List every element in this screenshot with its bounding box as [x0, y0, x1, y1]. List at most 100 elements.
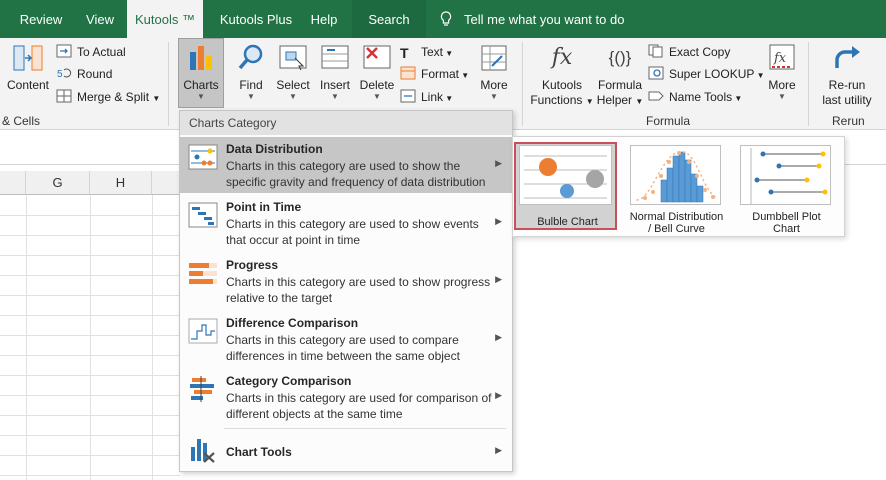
- grid-line: [0, 255, 180, 256]
- merge-split-button[interactable]: Merge & Split ▼: [56, 87, 160, 107]
- name-tools-icon: [648, 91, 664, 101]
- find-label: Find: [239, 78, 263, 92]
- link-icon: [400, 89, 416, 103]
- column-header-i[interactable]: [152, 171, 182, 195]
- insert-button[interactable]: Insert ▼: [316, 42, 354, 101]
- group-separator: [808, 42, 809, 126]
- chevron-right-icon: ▶: [495, 274, 502, 284]
- grid-line: [0, 355, 180, 356]
- normal-distribution-label-1: Normal Distribution: [629, 211, 724, 223]
- more-label: More: [480, 78, 508, 92]
- menu-header: Charts Category: [180, 111, 512, 135]
- more-icon: [478, 42, 510, 74]
- delete-button[interactable]: Delete ▼: [358, 42, 396, 101]
- kutools-functions-label-1: Kutools: [541, 78, 583, 92]
- menu-item-title: Progress: [226, 258, 279, 272]
- chevron-down-icon: ▼: [443, 49, 454, 58]
- tab-kutools[interactable]: Kutools ™: [127, 0, 203, 38]
- tab-review[interactable]: Review: [10, 0, 72, 38]
- bubble-chart-icon: [524, 155, 607, 199]
- content-icon: [12, 42, 44, 74]
- name-tools-button[interactable]: Name Tools ▼: [648, 87, 742, 107]
- format-icon: [400, 66, 416, 80]
- select-button[interactable]: Select ▼: [274, 42, 312, 101]
- round-icon: 5: [57, 68, 72, 80]
- exact-copy-button[interactable]: Exact Copy: [648, 42, 730, 62]
- menu-item-category-comparison[interactable]: Category Comparison Charts in this categ…: [180, 369, 512, 425]
- to-actual-icon: [56, 44, 72, 58]
- svg-text:5: 5: [57, 69, 63, 80]
- tab-kutools-plus[interactable]: Kutools Plus: [205, 0, 307, 38]
- menu-item-title: Point in Time: [226, 200, 302, 214]
- format-label: Format: [421, 67, 460, 81]
- bubble-chart-thumbnail: [519, 145, 612, 205]
- name-tools-label: Name Tools: [669, 90, 733, 104]
- ribbon-tab-bar: Review View Kutools ™ Kutools Plus Help …: [0, 0, 886, 38]
- merge-split-icon: [56, 89, 72, 103]
- menu-item-point-in-time[interactable]: Point in Time Charts in this category ar…: [180, 195, 512, 251]
- cells-group-label: & Cells: [2, 114, 41, 128]
- column-header-blank[interactable]: [0, 171, 26, 195]
- svg-text:fx: fx: [773, 51, 787, 66]
- step-icon: [188, 318, 218, 344]
- tab-view[interactable]: View: [76, 0, 124, 38]
- to-actual-button[interactable]: To Actual: [56, 42, 126, 62]
- grid-line: [0, 435, 180, 436]
- kutools-functions-button[interactable]: fx Kutools Functions ▼: [530, 42, 594, 109]
- exact-copy-label: Exact Copy: [669, 45, 731, 59]
- chevron-down-icon: ▼: [373, 92, 381, 101]
- merge-split-label: Merge & Split: [77, 90, 150, 104]
- grid-line: [0, 315, 180, 316]
- super-lookup-button[interactable]: Super LOOKUP ▼: [648, 64, 765, 84]
- chevron-down-icon: ▼: [197, 92, 205, 101]
- menu-item-difference-comparison[interactable]: Difference Comparison Charts in this cat…: [180, 311, 512, 367]
- rerun-button[interactable]: Re-run last utility: [816, 42, 878, 108]
- format-button[interactable]: Format ▼: [400, 64, 469, 84]
- charts-button[interactable]: Charts ▼: [178, 42, 224, 101]
- rerun-label-1: Re-run: [828, 78, 866, 92]
- dumbbell-label-2: Chart: [773, 223, 800, 235]
- chevron-down-icon: ▼: [459, 71, 470, 80]
- insert-label: Insert: [319, 78, 350, 92]
- chevron-down-icon: ▼: [443, 94, 454, 103]
- chevron-down-icon: ▼: [247, 92, 255, 101]
- chevron-down-icon: ▼: [778, 92, 786, 101]
- column-header-h[interactable]: H: [90, 171, 152, 195]
- fx-icon: fx: [551, 45, 573, 70]
- column-header-g[interactable]: G: [26, 171, 90, 195]
- menu-item-title: Difference Comparison: [226, 316, 359, 330]
- bubble-chart-card[interactable]: Bulble Chart: [514, 142, 617, 230]
- dumbbell-label-1: Dumbbell Plot: [752, 211, 821, 223]
- menu-item-chart-tools[interactable]: Chart Tools ▶: [180, 431, 512, 471]
- chevron-down-icon: ▼: [490, 92, 498, 101]
- lookup-icon: [648, 66, 664, 80]
- tab-help[interactable]: Help: [304, 0, 344, 38]
- formula-helper-button[interactable]: {()} Formula Helper ▼: [594, 42, 646, 109]
- link-button[interactable]: Link ▼: [400, 87, 453, 107]
- kutools-functions-label-2: Functions ▼: [530, 93, 594, 107]
- dumbbell-plot-card[interactable]: Dumbbell Plot Chart: [735, 142, 838, 235]
- bell-curve-thumbnail: [630, 145, 721, 205]
- grid-line: [26, 195, 27, 480]
- round-button[interactable]: 5 Round: [56, 64, 112, 84]
- content-button[interactable]: Content: [4, 42, 52, 93]
- text-button[interactable]: T Text ▼: [400, 42, 453, 62]
- menu-item-data-distribution[interactable]: Data Distribution Charts in this categor…: [180, 137, 512, 193]
- chevron-right-icon: ▶: [495, 158, 502, 168]
- charts-category-menu: Charts Category Data Distribution Charts…: [179, 110, 513, 472]
- select-label: Select: [276, 78, 310, 92]
- more-formula-button[interactable]: fx More ▼: [762, 42, 802, 101]
- tab-search[interactable]: Search: [352, 0, 426, 38]
- find-button[interactable]: Find ▼: [232, 42, 270, 101]
- bars-icon: [190, 376, 214, 402]
- menu-item-progress[interactable]: Progress Charts in this category are use…: [180, 253, 512, 309]
- charts-icon: [185, 42, 217, 74]
- charts-label: Charts: [183, 78, 219, 92]
- rerun-arrow-icon: [831, 42, 863, 74]
- more-button[interactable]: More ▼: [474, 42, 514, 101]
- grid-line: [0, 415, 180, 416]
- timeline-icon: [188, 202, 218, 228]
- normal-distribution-card[interactable]: Normal Distribution / Bell Curve: [625, 142, 728, 235]
- tell-me-box[interactable]: Tell me what you want to do: [440, 0, 624, 38]
- delete-label: Delete: [359, 78, 395, 92]
